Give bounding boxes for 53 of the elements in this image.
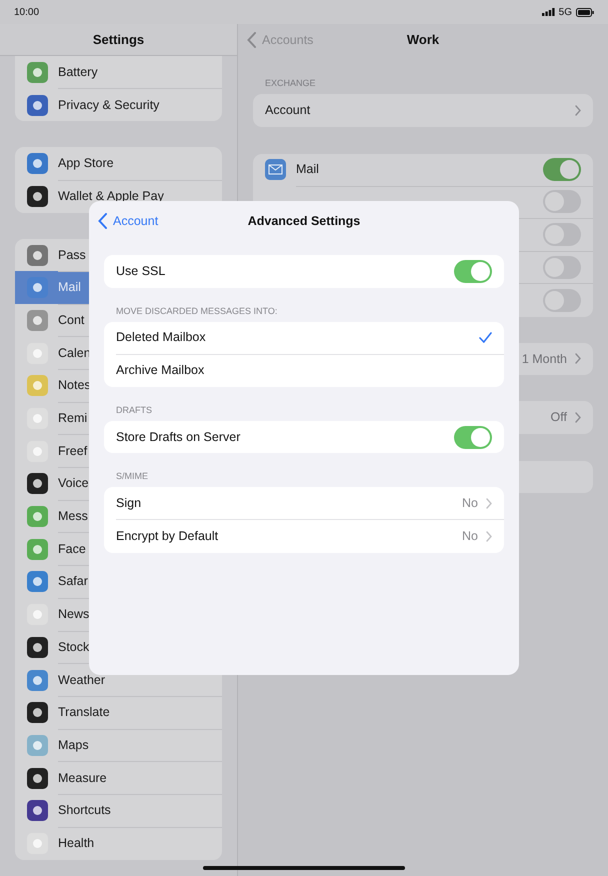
row-label: Archive Mailbox — [116, 363, 206, 378]
settings-row[interactable]: Sign No — [104, 487, 504, 520]
section-header: DRAFTS — [116, 404, 153, 416]
status-time: 10:00 — [14, 6, 40, 18]
row-label: Deleted Mailbox — [116, 330, 207, 344]
account-row[interactable]: Account — [253, 94, 593, 127]
toggle-switch[interactable] — [543, 223, 581, 246]
sidebar-item[interactable]: Health — [15, 827, 222, 860]
toggle-switch[interactable] — [454, 260, 492, 283]
settings-row[interactable]: Use SSL — [104, 255, 504, 288]
back-chevron-icon — [98, 213, 107, 229]
row-value: No — [462, 529, 478, 544]
network-label: 5G — [558, 6, 572, 18]
toggle-switch[interactable] — [543, 256, 581, 279]
row-label: Sign — [116, 496, 142, 510]
sidebar-item[interactable]: App Store — [15, 147, 222, 180]
sidebar-item[interactable]: Translate — [15, 696, 222, 730]
chevron-icon — [486, 530, 492, 542]
signal-icon — [542, 8, 555, 16]
sidebar-item[interactable]: Privacy & Security — [15, 88, 222, 122]
page-title: Work — [406, 32, 440, 47]
row-label: Encrypt by Default — [116, 529, 220, 544]
battery-icon — [576, 8, 594, 16]
back-link[interactable]: Account — [98, 213, 158, 229]
chevron-icon — [575, 412, 581, 423]
toggle-switch[interactable] — [543, 190, 581, 214]
home-indicator[interactable] — [203, 866, 405, 870]
service-label: Mail — [296, 162, 320, 176]
section-header: S/MIME — [116, 471, 150, 482]
modal-title: Advanced Settings — [248, 214, 360, 228]
sidebar-item[interactable]: Battery — [15, 56, 222, 89]
back-chevron-icon — [247, 32, 256, 48]
row-value: No — [462, 496, 478, 510]
settings-row[interactable]: Store Drafts on Server — [104, 420, 504, 454]
chevron-icon — [486, 498, 492, 509]
sidebar-item[interactable]: Shortcuts — [15, 794, 222, 828]
sidebar-item[interactable]: Wallet & Apple Pay — [15, 180, 222, 213]
row-label: Use SSL — [116, 264, 166, 278]
settings-row[interactable]: Deleted Mailbox — [104, 322, 504, 354]
row-label: Store Drafts on Server — [116, 430, 242, 444]
section-header: EXCHANGE — [265, 78, 317, 88]
toggle-switch[interactable] — [543, 158, 581, 181]
sidebar-item[interactable]: Measure — [15, 762, 222, 794]
mail-icon — [265, 159, 286, 180]
toggle-switch[interactable] — [543, 288, 581, 312]
toggle-switch[interactable] — [454, 426, 492, 449]
sidebar-item[interactable]: Maps — [15, 729, 222, 762]
settings-row[interactable]: Encrypt by Default No — [104, 520, 504, 553]
sidebar-title: Settings — [92, 32, 144, 47]
section-header: MOVE DISCARDED MESSAGES INTO: — [116, 306, 278, 317]
chevron-icon — [575, 104, 581, 116]
settings-row[interactable]: Archive Mailbox — [104, 354, 504, 387]
chevron-icon — [575, 353, 581, 364]
